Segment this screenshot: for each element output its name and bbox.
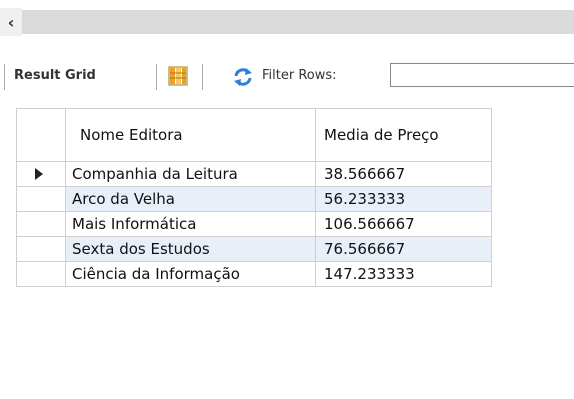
cell-media-de-preco[interactable]: 147.233333	[315, 261, 492, 287]
cell-nome-editora[interactable]: Ciência da Informação	[65, 261, 316, 287]
toolbar-separator	[202, 64, 203, 90]
row-selector[interactable]	[16, 261, 66, 287]
cell-nome-editora[interactable]: Mais Informática	[65, 211, 316, 237]
table-row[interactable]: Arco da Velha 56.233333	[16, 186, 492, 212]
cell-media-de-preco[interactable]: 56.233333	[315, 186, 492, 212]
toolbar-separator	[4, 64, 5, 90]
row-header-corner[interactable]	[16, 108, 66, 162]
column-header-media-de-preco[interactable]: Media de Preço	[315, 108, 492, 162]
filter-rows-input[interactable]	[390, 63, 574, 87]
cell-nome-editora[interactable]: Sexta dos Estudos	[65, 236, 316, 262]
row-selector[interactable]	[16, 161, 66, 187]
grid-header-row: Nome Editora Media de Preço	[16, 108, 492, 162]
refresh-icon[interactable]	[232, 66, 254, 88]
filter-rows-label: Filter Rows:	[262, 68, 337, 83]
result-toolbar: Result Grid Filter Rows:	[0, 60, 574, 94]
scroll-left-icon[interactable]: ‹	[0, 8, 22, 36]
cell-media-de-preco[interactable]: 38.566667	[315, 161, 492, 187]
table-row[interactable]: Ciência da Informação 147.233333	[16, 261, 492, 287]
cell-nome-editora[interactable]: Arco da Velha	[65, 186, 316, 212]
row-selector[interactable]	[16, 186, 66, 212]
row-selector[interactable]	[16, 211, 66, 237]
horizontal-scrollbar[interactable]: ‹	[0, 8, 574, 36]
grid-layout-icon[interactable]	[168, 66, 188, 86]
result-grid: Nome Editora Media de Preço Companhia da…	[16, 108, 492, 287]
cell-nome-editora[interactable]: Companhia da Leitura	[65, 161, 316, 187]
row-pointer-icon	[35, 168, 43, 180]
toolbar-separator	[156, 64, 157, 90]
column-header-nome-editora[interactable]: Nome Editora	[65, 108, 316, 162]
result-grid-tab[interactable]: Result Grid	[14, 68, 96, 83]
table-row[interactable]: Companhia da Leitura 38.566667	[16, 161, 492, 187]
table-row[interactable]: Sexta dos Estudos 76.566667	[16, 236, 492, 262]
table-row[interactable]: Mais Informática 106.566667	[16, 211, 492, 237]
scrollbar-track[interactable]	[22, 10, 574, 34]
cell-media-de-preco[interactable]: 76.566667	[315, 236, 492, 262]
row-selector[interactable]	[16, 236, 66, 262]
cell-media-de-preco[interactable]: 106.566667	[315, 211, 492, 237]
